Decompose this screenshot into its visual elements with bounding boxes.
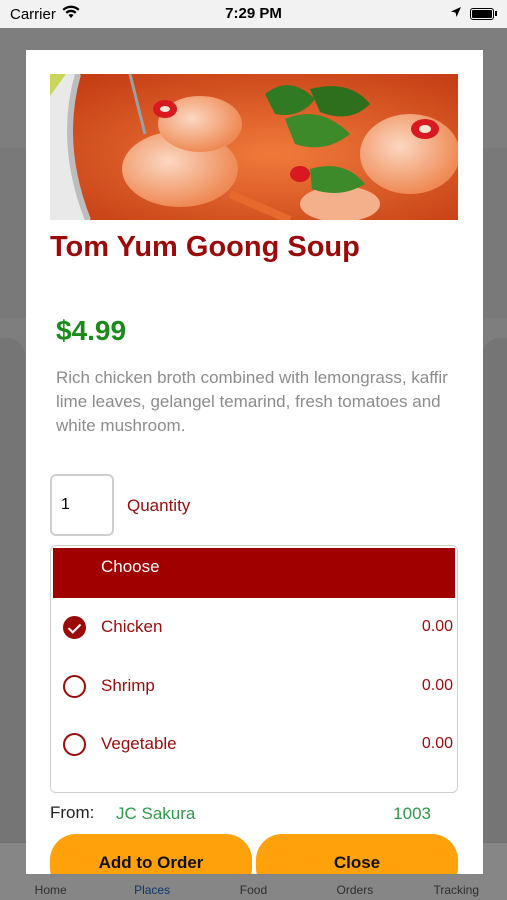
option-row-shrimp[interactable]: Shrimp 0.00 xyxy=(51,666,457,706)
option-price: 0.00 xyxy=(421,735,453,752)
food-image xyxy=(50,74,458,220)
radio-unchecked-icon[interactable] xyxy=(63,674,86,698)
option-row-vegetable[interactable]: Vegetable 0.00 xyxy=(51,724,457,764)
options-header: Choose xyxy=(53,548,455,598)
location-arrow-icon xyxy=(450,5,462,22)
quantity-label: Quantity xyxy=(127,496,191,515)
options-list: Choose Chicken 0.00 Shrimp 0.00 Vegetabl… xyxy=(50,545,458,793)
status-time: 7:29 PM xyxy=(225,5,282,22)
option-price: 0.00 xyxy=(421,618,453,635)
add-to-order-button[interactable]: Add to Order xyxy=(50,834,252,874)
vendor-code: 1003 xyxy=(393,804,431,823)
food-price: $4.99 xyxy=(56,315,127,346)
option-label: Chicken xyxy=(101,617,163,636)
status-bar: Carrier 7:29 PM xyxy=(0,0,507,28)
radio-unchecked-icon[interactable] xyxy=(63,732,86,756)
vendor-name: JC Sakura xyxy=(116,804,196,823)
food-detail-modal: Tom Yum Goong Soup $4.99 Rich chicken br… xyxy=(26,50,483,874)
food-title: Tom Yum Goong Soup xyxy=(50,231,360,263)
quantity-input[interactable]: 1 xyxy=(50,474,114,536)
status-right-group xyxy=(450,5,497,22)
option-label: Vegetable xyxy=(101,734,177,753)
battery-icon xyxy=(470,7,497,20)
close-button[interactable]: Close xyxy=(256,834,458,874)
option-price: 0.00 xyxy=(421,677,453,694)
option-label: Shrimp xyxy=(101,676,155,695)
from-label: From: xyxy=(50,803,95,822)
food-description: Rich chicken broth combined with lemongr… xyxy=(56,368,448,435)
option-row-chicken[interactable]: Chicken 0.00 xyxy=(51,607,457,647)
radio-checked-icon[interactable] xyxy=(63,615,86,639)
